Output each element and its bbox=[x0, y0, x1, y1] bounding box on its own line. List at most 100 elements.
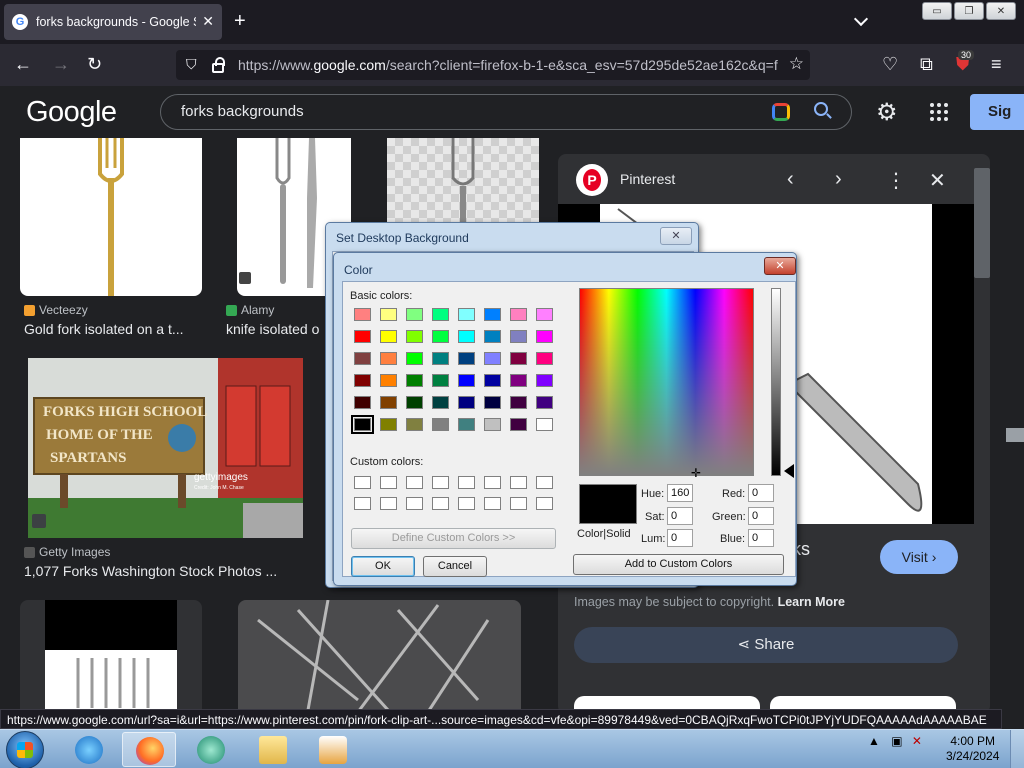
learn-more-link[interactable]: Learn More bbox=[778, 595, 845, 609]
green-input[interactable]: 0 bbox=[748, 507, 774, 525]
luminosity-slider[interactable] bbox=[771, 288, 781, 476]
basic-color-swatch[interactable] bbox=[510, 352, 527, 365]
define-custom-colors-button[interactable]: Define Custom Colors >> bbox=[351, 528, 556, 549]
blue-input[interactable]: 0 bbox=[748, 529, 774, 547]
basic-color-swatch[interactable] bbox=[458, 308, 475, 321]
bookmark-star-icon[interactable]: ☆ bbox=[789, 54, 804, 74]
basic-color-swatch[interactable] bbox=[432, 374, 449, 387]
basic-color-swatch[interactable] bbox=[510, 330, 527, 343]
hue-input[interactable]: 160 bbox=[667, 484, 693, 502]
basic-color-swatch[interactable] bbox=[354, 308, 371, 321]
result-image-gold-fork[interactable] bbox=[20, 138, 202, 296]
clock[interactable]: 4:00 PM 3/24/2024 bbox=[946, 734, 999, 764]
custom-color-swatch[interactable] bbox=[458, 476, 475, 489]
custom-color-swatch[interactable] bbox=[354, 476, 371, 489]
panel-site-name[interactable]: Pinterest bbox=[620, 171, 675, 187]
basic-color-swatch[interactable] bbox=[510, 308, 527, 321]
back-arrow-icon[interactable]: ← bbox=[14, 54, 32, 74]
basic-color-swatch[interactable] bbox=[484, 396, 501, 409]
close-button[interactable]: ✕ bbox=[764, 257, 796, 275]
basic-color-swatch[interactable] bbox=[536, 396, 553, 409]
luminosity-arrow-icon[interactable] bbox=[784, 464, 794, 478]
page-scrollbar-thumb[interactable] bbox=[1006, 428, 1024, 442]
basic-color-swatch[interactable] bbox=[406, 330, 423, 343]
basic-color-swatch[interactable] bbox=[432, 418, 449, 431]
basic-color-swatch[interactable] bbox=[406, 308, 423, 321]
panel-scrollbar[interactable] bbox=[974, 168, 990, 278]
basic-color-swatch[interactable] bbox=[458, 374, 475, 387]
custom-color-swatch[interactable] bbox=[406, 497, 423, 510]
custom-color-swatch[interactable] bbox=[510, 497, 527, 510]
basic-color-swatch[interactable] bbox=[510, 374, 527, 387]
result-image-forks-high-school[interactable]: FORKS HIGH SCHOOL HOME OF THE SPARTANS g… bbox=[28, 358, 303, 538]
lock-icon[interactable] bbox=[212, 57, 225, 73]
previous-arrow-icon[interactable]: ‹ bbox=[787, 168, 794, 191]
pocket-icon[interactable]: ♡ bbox=[882, 54, 898, 74]
more-options-icon[interactable]: ⋮ bbox=[886, 168, 906, 193]
basic-color-swatch[interactable] bbox=[432, 330, 449, 343]
custom-color-swatch[interactable] bbox=[458, 497, 475, 510]
custom-color-swatch[interactable] bbox=[354, 497, 371, 510]
apps-grid-icon[interactable] bbox=[930, 103, 948, 121]
basic-color-swatch[interactable] bbox=[536, 418, 553, 431]
basic-color-swatch[interactable] bbox=[432, 308, 449, 321]
basic-color-swatch[interactable] bbox=[380, 374, 397, 387]
basic-color-swatch[interactable] bbox=[484, 308, 501, 321]
result-title[interactable]: 1,077 Forks Washington Stock Photos ... bbox=[24, 563, 296, 579]
custom-color-swatch[interactable] bbox=[380, 476, 397, 489]
basic-color-swatch[interactable] bbox=[458, 352, 475, 365]
taskbar-internet-explorer[interactable] bbox=[62, 732, 116, 767]
crosshair-icon[interactable]: ✛ bbox=[691, 466, 701, 480]
basic-color-swatch[interactable] bbox=[354, 352, 371, 365]
network-icon[interactable]: ▣ bbox=[891, 734, 902, 748]
minimize-button[interactable]: ▭ bbox=[922, 2, 952, 20]
red-input[interactable]: 0 bbox=[748, 484, 774, 502]
sat-input[interactable]: 0 bbox=[667, 507, 693, 525]
search-input[interactable]: forks backgrounds bbox=[160, 94, 852, 130]
shield-icon[interactable]: ⛉ bbox=[186, 56, 197, 73]
basic-color-swatch[interactable] bbox=[406, 374, 423, 387]
basic-color-swatch[interactable] bbox=[380, 418, 397, 431]
result-title[interactable]: knife isolated o bbox=[226, 321, 324, 337]
tab-close-icon[interactable]: ✕ bbox=[202, 13, 214, 30]
basic-color-swatch[interactable] bbox=[354, 330, 371, 343]
result-source[interactable]: Vecteezy bbox=[24, 303, 88, 317]
lum-input[interactable]: 0 bbox=[667, 529, 693, 547]
google-logo[interactable]: Google bbox=[26, 96, 117, 129]
start-button[interactable] bbox=[6, 731, 44, 768]
taskbar-media-player[interactable] bbox=[306, 732, 360, 767]
result-image-transparent-fork[interactable] bbox=[387, 138, 539, 222]
basic-color-swatch[interactable] bbox=[536, 330, 553, 343]
ok-button[interactable]: OK bbox=[351, 556, 415, 577]
volume-muted-icon[interactable]: ✕ bbox=[912, 734, 922, 748]
basic-color-swatch[interactable] bbox=[458, 418, 475, 431]
basic-color-swatch[interactable] bbox=[510, 396, 527, 409]
visit-button[interactable]: Visit › bbox=[880, 540, 958, 574]
cancel-button[interactable]: Cancel bbox=[423, 556, 487, 577]
basic-color-swatch[interactable] bbox=[484, 352, 501, 365]
result-source[interactable]: Getty Images bbox=[24, 545, 110, 559]
basic-color-swatch[interactable] bbox=[484, 418, 501, 431]
close-icon[interactable]: ✕ bbox=[929, 168, 946, 193]
url-text[interactable]: https://www.google.com/search?client=fir… bbox=[238, 57, 778, 73]
add-to-custom-colors-button[interactable]: Add to Custom Colors bbox=[573, 554, 784, 575]
gear-icon[interactable]: ⚙ bbox=[876, 98, 898, 127]
restore-button[interactable]: ❐ bbox=[954, 2, 984, 20]
basic-color-swatch[interactable] bbox=[458, 396, 475, 409]
custom-color-swatch[interactable] bbox=[536, 476, 553, 489]
color-spectrum[interactable] bbox=[579, 288, 754, 476]
custom-color-swatch[interactable] bbox=[510, 476, 527, 489]
custom-color-swatch[interactable] bbox=[380, 497, 397, 510]
result-image-white-forks[interactable] bbox=[20, 600, 202, 712]
basic-color-swatch[interactable] bbox=[432, 352, 449, 365]
new-tab-button[interactable]: + bbox=[234, 10, 246, 32]
browser-tab[interactable]: G forks backgrounds - Google Search ✕ bbox=[4, 4, 222, 40]
menu-icon[interactable]: ≡ bbox=[991, 54, 1002, 74]
custom-color-swatch[interactable] bbox=[432, 476, 449, 489]
basic-color-swatch[interactable] bbox=[354, 374, 371, 387]
result-title[interactable]: Gold fork isolated on a t... bbox=[24, 321, 200, 337]
share-button[interactable]: ⋖ Share bbox=[574, 627, 958, 663]
close-button[interactable]: ✕ bbox=[660, 227, 692, 245]
basic-color-swatch[interactable] bbox=[484, 330, 501, 343]
taskbar-explorer[interactable] bbox=[246, 732, 300, 767]
